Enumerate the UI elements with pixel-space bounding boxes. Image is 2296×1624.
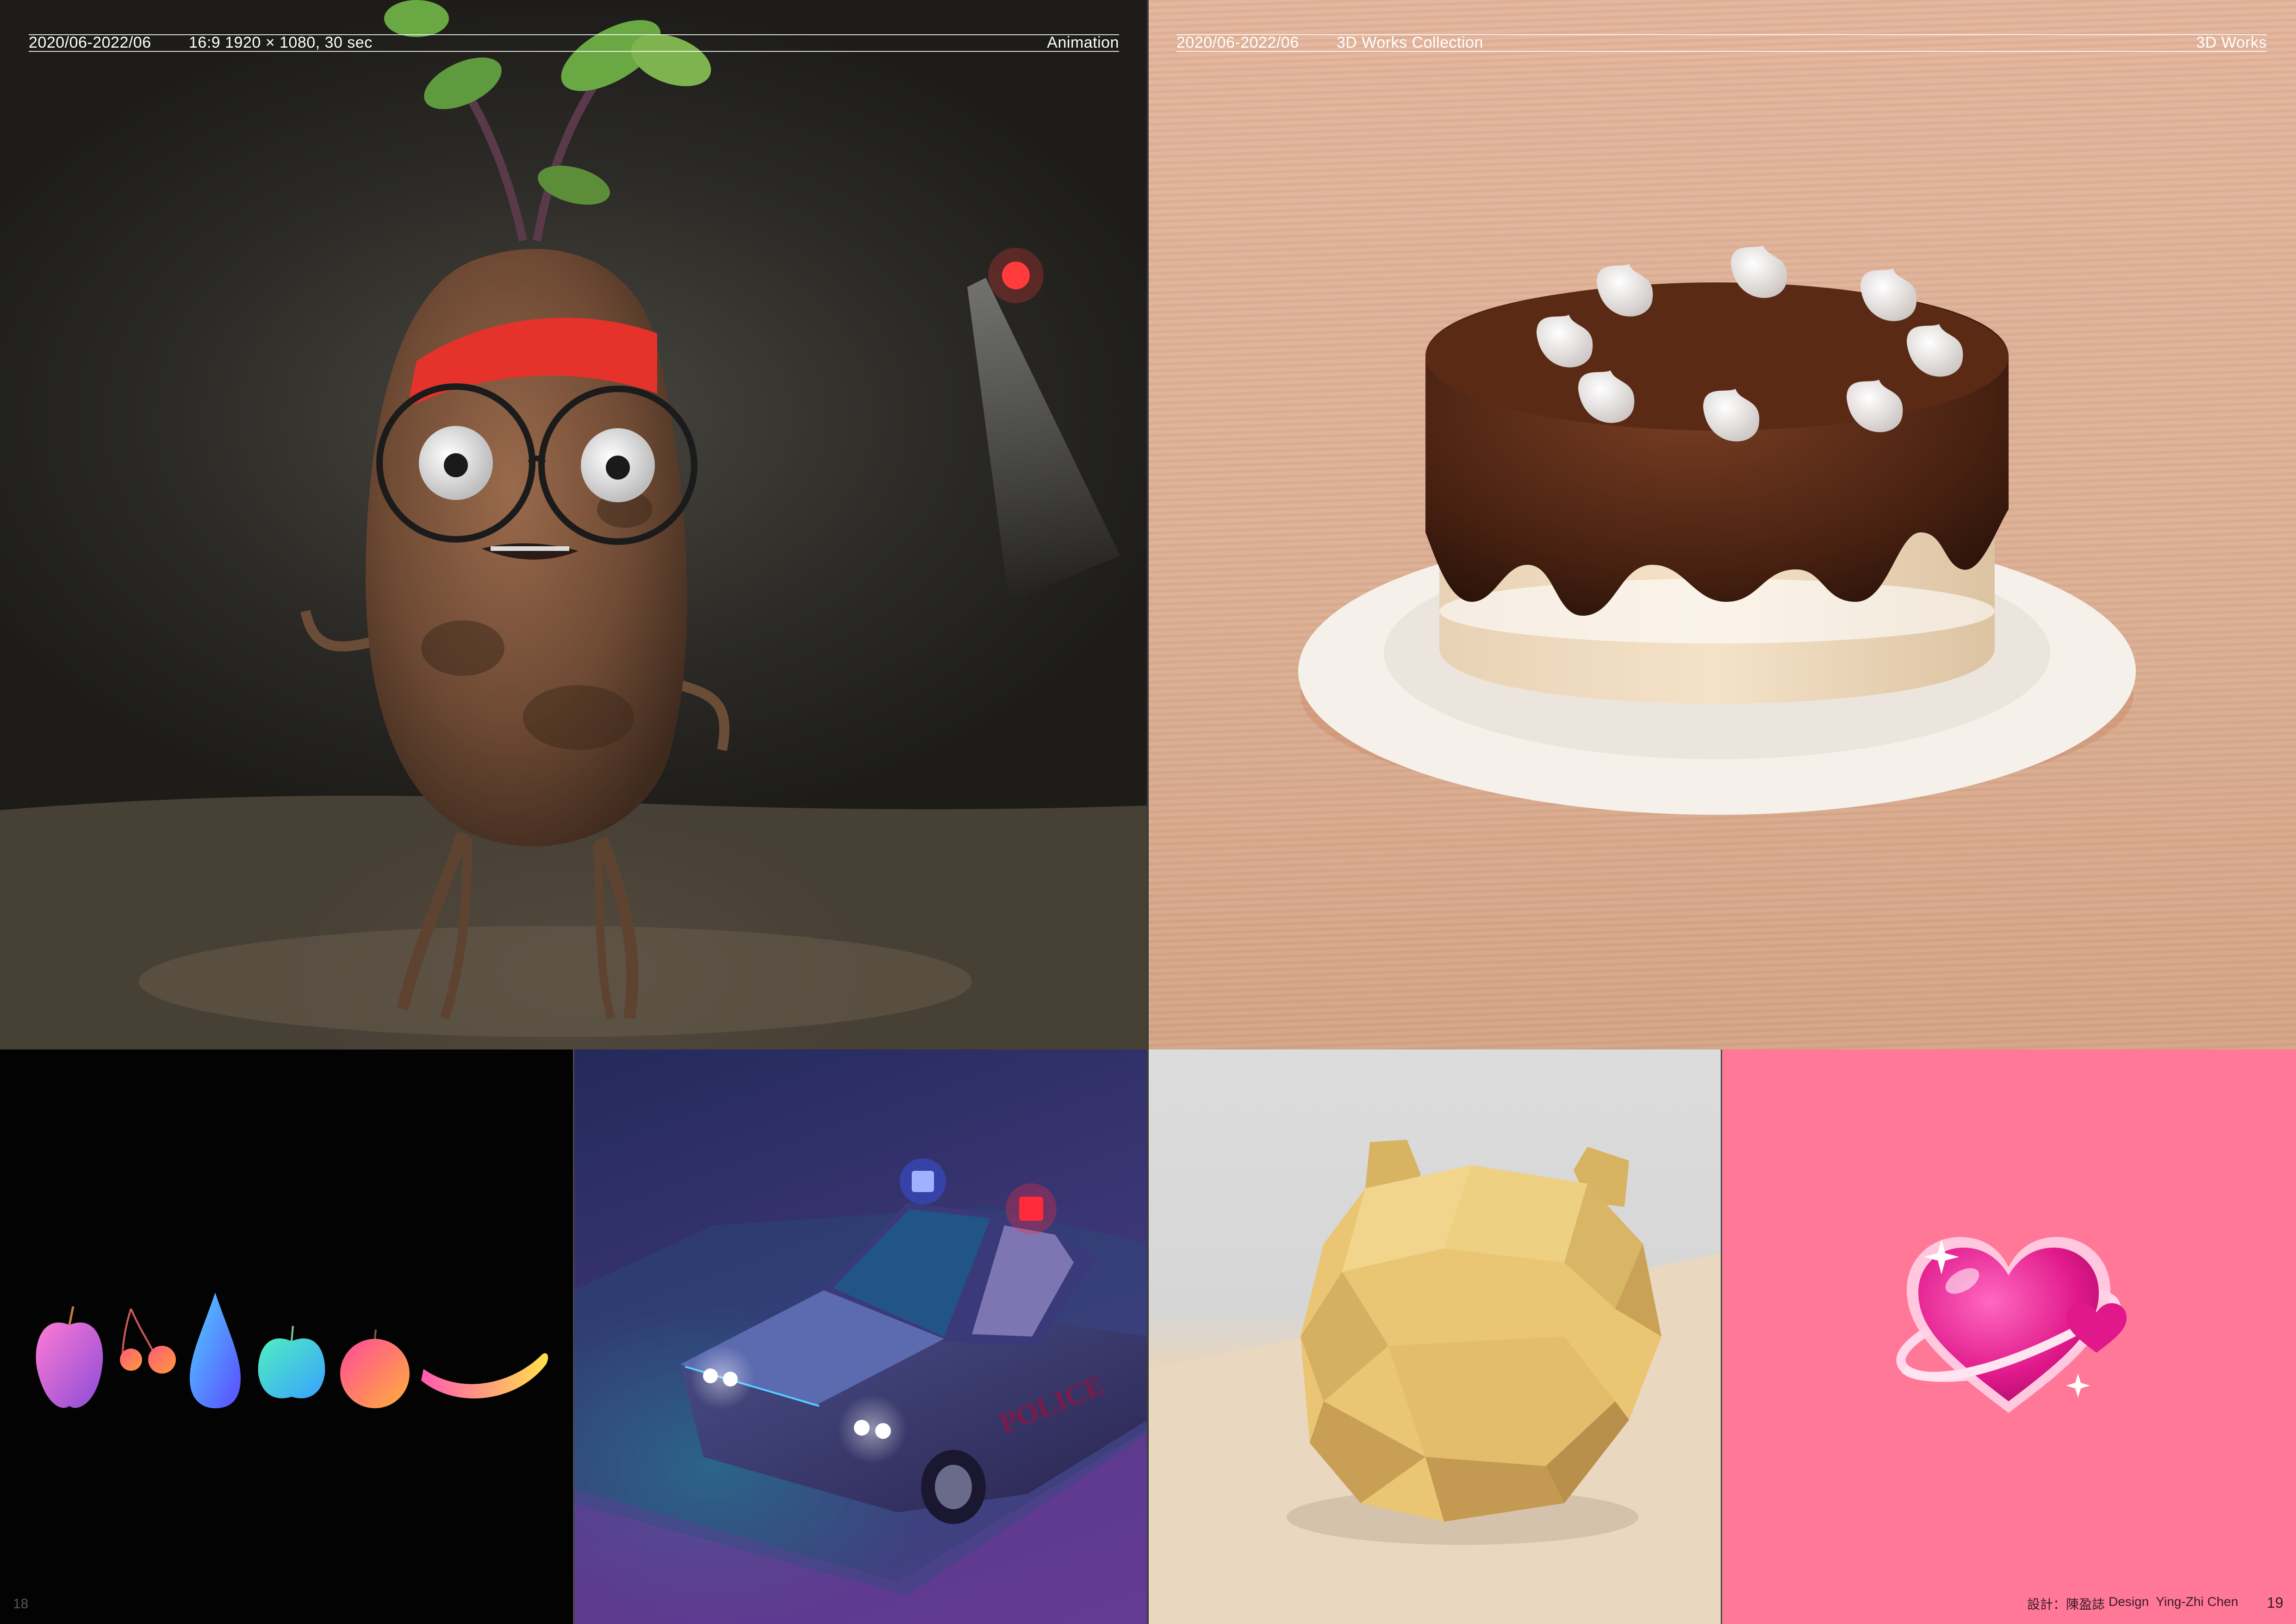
right-header-category: 3D Works — [2196, 34, 2267, 51]
left-header-date: 2020/06-2022/06 — [29, 34, 151, 51]
low-poly-bear-image — [1148, 1049, 1722, 1624]
panel-divider — [573, 1049, 574, 1624]
panel-divider — [1721, 1049, 1722, 1624]
left-page-number: 18 — [13, 1596, 29, 1612]
left-header-category: Animation — [1047, 34, 1119, 51]
designer-credit-chinese: 設計：陳盈誌 — [2027, 1597, 2105, 1612]
neon-fruits-image — [0, 1049, 574, 1624]
police-car-image: POLICE — [574, 1049, 1148, 1624]
right-header-date: 2020/06-2022/06 — [1176, 34, 1299, 51]
designer-credit-english: Design Ying-Zhi Chen — [2109, 1594, 2239, 1609]
left-header-spec: 16:9 1920 × 1080, 30 sec — [189, 34, 373, 51]
heart-planet-image — [1722, 1049, 2296, 1624]
panel-divider — [1147, 0, 1149, 1624]
right-page-number: 19 — [2267, 1594, 2284, 1611]
potato-animation-image — [0, 0, 1148, 1049]
chocolate-cake-image — [1148, 0, 2296, 1049]
right-header-subtitle: 3D Works Collection — [1337, 34, 1483, 51]
